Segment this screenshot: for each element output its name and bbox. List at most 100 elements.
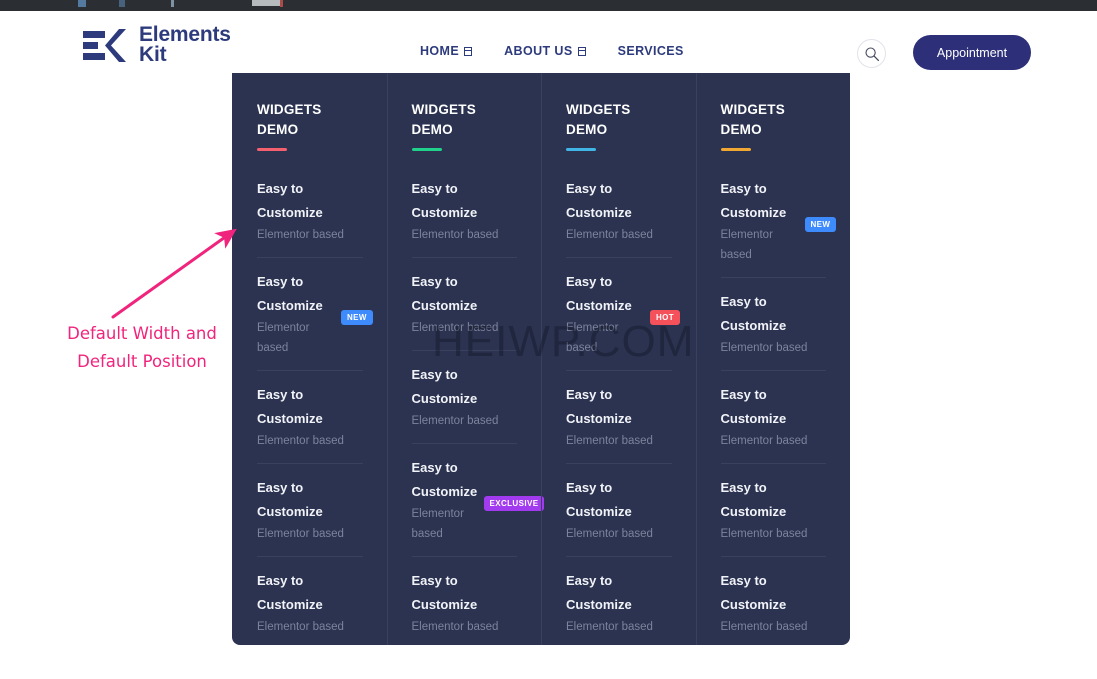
nav-item-home[interactable]: HOME [420, 44, 473, 58]
status-badge: NEW [341, 310, 373, 325]
column-accent-underline [257, 148, 287, 151]
status-badge: HOT [650, 310, 681, 325]
widget-list-item[interactable]: Easy to Customize Elementor based [411, 177, 517, 258]
widget-list-item[interactable]: Easy to Customize Elementor based [411, 270, 517, 351]
widget-item-title: Easy to Customize [566, 383, 640, 431]
widget-list-item[interactable]: Easy to Customize Elementor based NEW [720, 177, 837, 278]
widget-list-item[interactable]: Easy to Customize Elementor based [720, 383, 826, 464]
widget-item-title-line-2: Customize [411, 597, 478, 612]
widget-item-title-line-1: Easy to [257, 274, 304, 289]
widget-list-item[interactable]: Easy to Customize Elementor based [720, 290, 826, 371]
widget-item-subtitle: Elementor based [720, 528, 808, 540]
widget-item-title: Easy to Customize [566, 476, 640, 524]
nav-item-services[interactable]: SERVICES [618, 44, 684, 58]
widget-list-item[interactable]: Easy to Customize Elementor based NEW [257, 270, 373, 371]
widget-item-title-line-2: Customize [566, 411, 632, 426]
mega-menu-column-3: WIDGETS DEMO Easy to Customize Elementor bas… [541, 73, 696, 645]
widget-list: Easy to Customize Elementor based Easy to Cu… [257, 177, 373, 645]
widget-item-title-line-1: Easy to [720, 480, 767, 495]
widget-item-title-line-1: Easy to [411, 573, 458, 588]
widget-item-title-line-1: Easy to [257, 181, 304, 196]
widget-list-item[interactable]: Easy to Customize Elementor based [720, 476, 826, 557]
widget-item-title-line-2: Customize [566, 205, 632, 220]
status-badge: EXCLUSIVE [483, 496, 545, 511]
widget-item-title-line-1: Easy to [411, 367, 458, 382]
page-root: Elements Kit HOME ABOUT US SERVICES Appo… [0, 0, 1097, 679]
widget-list: Easy to Customize Elementor based NEW Easy t… [720, 177, 837, 645]
column-title: WIDGETS DEMO [257, 100, 363, 140]
widget-item-subtitle: Elementor based [411, 229, 499, 241]
chrome-artifact-2 [119, 0, 125, 7]
widget-list-item[interactable]: Easy to Customize Elementor based [257, 569, 363, 645]
widget-list-item[interactable]: Easy to Customize Elementor based [566, 383, 672, 464]
column-title-line-2: DEMO [720, 122, 762, 137]
appointment-button[interactable]: Appointment [913, 35, 1031, 70]
column-title: WIDGETS DEMO [721, 100, 827, 140]
widget-item-subtitle: Elementor based [257, 621, 344, 633]
widget-item-subtitle: Elementor based [720, 435, 808, 447]
mega-menu-column-2: WIDGETS DEMO Easy to Customize Elementor bas… [386, 73, 545, 645]
status-badge: NEW [804, 217, 837, 232]
search-button[interactable] [857, 39, 886, 68]
widget-item-title: Easy to Customize [566, 177, 640, 225]
widget-item-subtitle: Elementor based [720, 621, 808, 633]
chrome-artifact-3 [171, 0, 174, 7]
widget-item-title-line-1: Easy to [257, 387, 304, 402]
widget-item-subtitle: Elementor based [257, 435, 344, 447]
widget-list-item[interactable]: Easy to Customize Elementor based [566, 476, 672, 557]
widget-item-title-line-1: Easy to [566, 387, 613, 402]
nav-item-home-label: HOME [420, 44, 460, 58]
nav-item-about-us[interactable]: ABOUT US [504, 44, 586, 58]
widget-list-item[interactable]: Easy to Customize Elementor based HOT [566, 270, 681, 371]
widget-item-title-line-1: Easy to [411, 460, 458, 475]
widget-item-title: Easy to Customize [721, 476, 795, 524]
widget-list-item[interactable]: Easy to Customize Elementor based [412, 569, 518, 645]
column-title-line-1: WIDGETS [411, 102, 476, 117]
widget-list-item[interactable]: Easy to Customize Elementor based [257, 383, 363, 464]
column-title-line-1: WIDGETS [566, 102, 631, 117]
widget-item-title-line-2: Customize [411, 391, 478, 406]
widget-item-title: Easy to Customize [257, 569, 331, 617]
widget-item-title-line-1: Easy to [411, 181, 458, 196]
widget-item-title-line-2: Customize [720, 411, 787, 426]
widget-list-item[interactable]: Easy to Customize Elementor based [411, 363, 517, 444]
widget-list-item[interactable]: Easy to Customize Elementor based [566, 177, 672, 258]
mega-menu-column-1: WIDGETS DEMO Easy to Customize Elementor bas… [232, 73, 387, 645]
widget-item-subtitle: Elementor based [257, 528, 344, 540]
widget-item-subtitle: Elementor based [720, 342, 808, 354]
widget-list: Easy to Customize Elementor based Easy to Cu… [566, 177, 681, 645]
column-title-line-2: DEMO [566, 122, 608, 137]
logo-line-2: Kit [139, 43, 167, 66]
widget-item-title-line-1: Easy to [566, 480, 613, 495]
widget-item-title: Easy to Customize [721, 177, 795, 225]
widget-item-title-line-2: Customize [411, 205, 478, 220]
site-logo[interactable]: Elements Kit [82, 23, 231, 66]
chrome-artifact-4 [252, 0, 280, 6]
widget-item-title: Easy to Customize [721, 290, 795, 338]
widget-list-item[interactable]: Easy to Customize Elementor based [257, 476, 363, 557]
widget-list-item[interactable]: Easy to Customize Elementor based [566, 569, 672, 645]
widget-list-item[interactable]: Easy to Customize Elementor based [257, 177, 363, 258]
elementskit-logo-icon [83, 28, 126, 62]
widget-item-title-line-1: Easy to [720, 181, 767, 196]
column-accent-underline [720, 148, 751, 151]
column-inner: WIDGETS DEMO Easy to Customize Elementor bas… [387, 100, 545, 645]
nav-item-about-us-label: ABOUT US [504, 44, 573, 58]
widget-item-title: Easy to Customize [566, 569, 640, 617]
main-navigation: HOME ABOUT US SERVICES [420, 44, 684, 58]
logo-wordmark: Elements Kit [139, 23, 231, 66]
widget-item-title-line-1: Easy to [257, 573, 304, 588]
annotation-label: Default Width and Default Position [42, 320, 242, 376]
widget-list-item[interactable]: Easy to Customize Elementor based EXCLUSIVE [411, 456, 545, 557]
nav-item-services-label: SERVICES [617, 44, 684, 58]
widget-item-title: Easy to Customize [257, 383, 331, 431]
widget-item-title-line-2: Customize [566, 504, 632, 519]
chrome-artifact-1 [78, 0, 86, 7]
widget-item-title-line-2: Customize [257, 205, 323, 220]
site-header: Elements Kit HOME ABOUT US SERVICES Appo… [0, 11, 1097, 73]
widget-item-title: Easy to Customize [412, 177, 486, 225]
widget-list-item[interactable]: Easy to Customize Elementor based [721, 569, 827, 645]
widget-list: Easy to Customize Elementor based Easy to Cu… [411, 177, 545, 645]
logo-line-1: Elements [139, 23, 231, 46]
widget-item-subtitle: Elementor based [566, 435, 653, 447]
